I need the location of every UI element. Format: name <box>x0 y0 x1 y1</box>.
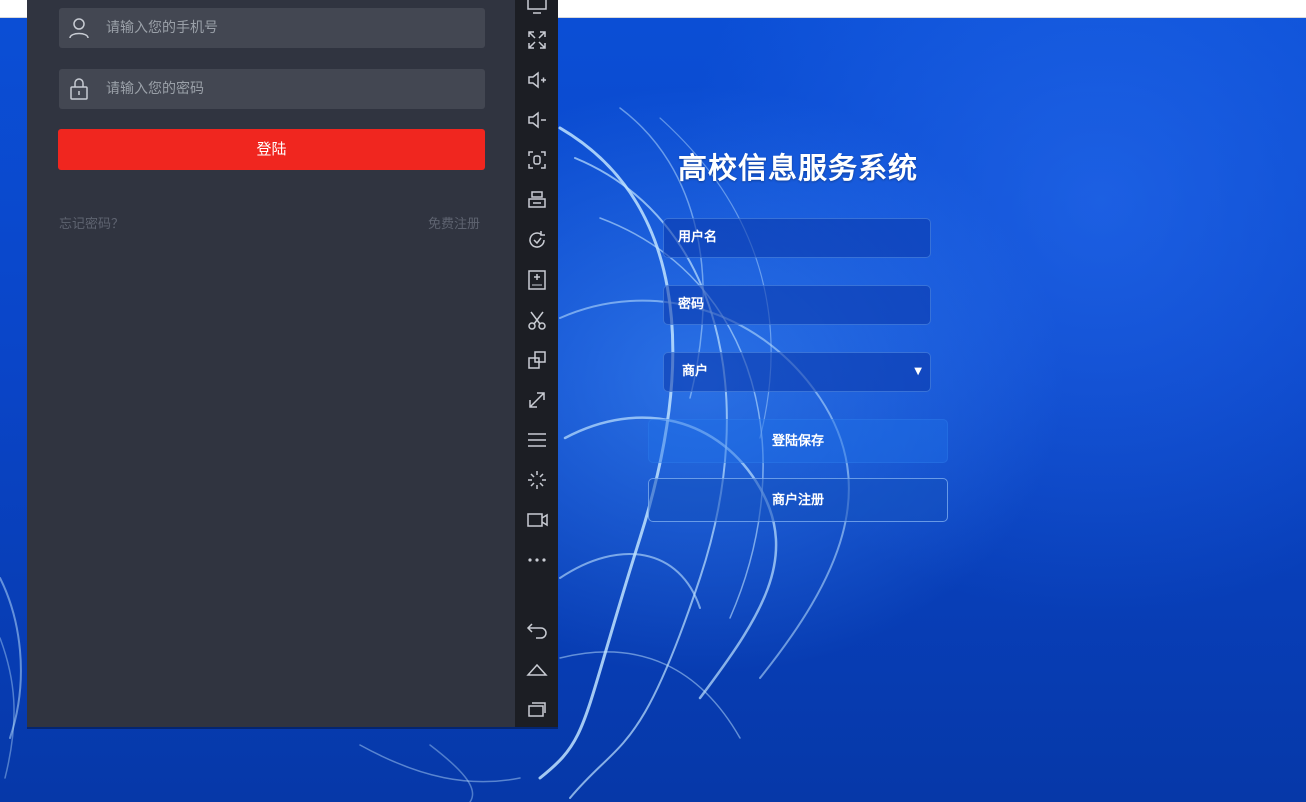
site-title: 高校信息服务系统 <box>677 151 918 185</box>
merchant-register-button[interactable]: 商户注册 <box>648 478 948 522</box>
lock-icon <box>67 77 91 101</box>
multi-window-icon[interactable] <box>526 349 548 371</box>
volume-up-icon[interactable] <box>526 69 548 91</box>
password-input-placeholder: 请输入您的密码 <box>106 81 204 97</box>
forgot-password-link[interactable]: 忘记密码？ <box>59 213 124 232</box>
home-icon[interactable] <box>526 658 548 680</box>
volume-down-icon[interactable] <box>526 109 548 131</box>
fullscreen-icon[interactable] <box>526 29 548 51</box>
phone-input-placeholder: 请输入您的手机号 <box>106 20 218 36</box>
login-button[interactable]: 登陆 <box>58 129 485 170</box>
screenshot-icon[interactable] <box>526 149 548 171</box>
install-apk-icon[interactable] <box>526 269 548 291</box>
user-icon <box>67 16 91 40</box>
role-select[interactable]: 商户 ▼ <box>663 352 931 392</box>
menu-icon[interactable] <box>526 429 548 451</box>
save-login-button[interactable]: 登陆保存 <box>648 419 948 463</box>
password-input[interactable]: 请输入您的密码 <box>59 69 485 109</box>
video-record-icon[interactable] <box>526 509 548 531</box>
more-icon[interactable] <box>526 549 548 571</box>
role-select-value: 商户 <box>682 364 709 379</box>
phone-input[interactable]: 请输入您的手机号 <box>59 8 485 48</box>
resize-icon[interactable] <box>526 389 548 411</box>
back-icon[interactable] <box>526 618 548 640</box>
username-field[interactable]: 用户名 <box>663 218 931 258</box>
loading-icon[interactable] <box>526 469 548 491</box>
emulator-screen: 请输入您的手机号 请输入您的密码 登陆 忘记密码？ 免费注册 <box>27 0 515 727</box>
scissors-icon[interactable] <box>526 309 548 331</box>
chevron-down-icon: ▼ <box>914 366 922 377</box>
password-field[interactable]: 密码 <box>663 285 931 325</box>
printer-icon[interactable] <box>526 189 548 211</box>
recent-apps-icon[interactable] <box>526 698 548 720</box>
monitor-icon[interactable] <box>526 0 548 16</box>
rotate-icon[interactable] <box>526 229 548 251</box>
free-register-link[interactable]: 免费注册 <box>428 213 480 232</box>
emulator-toolbar <box>515 0 558 727</box>
